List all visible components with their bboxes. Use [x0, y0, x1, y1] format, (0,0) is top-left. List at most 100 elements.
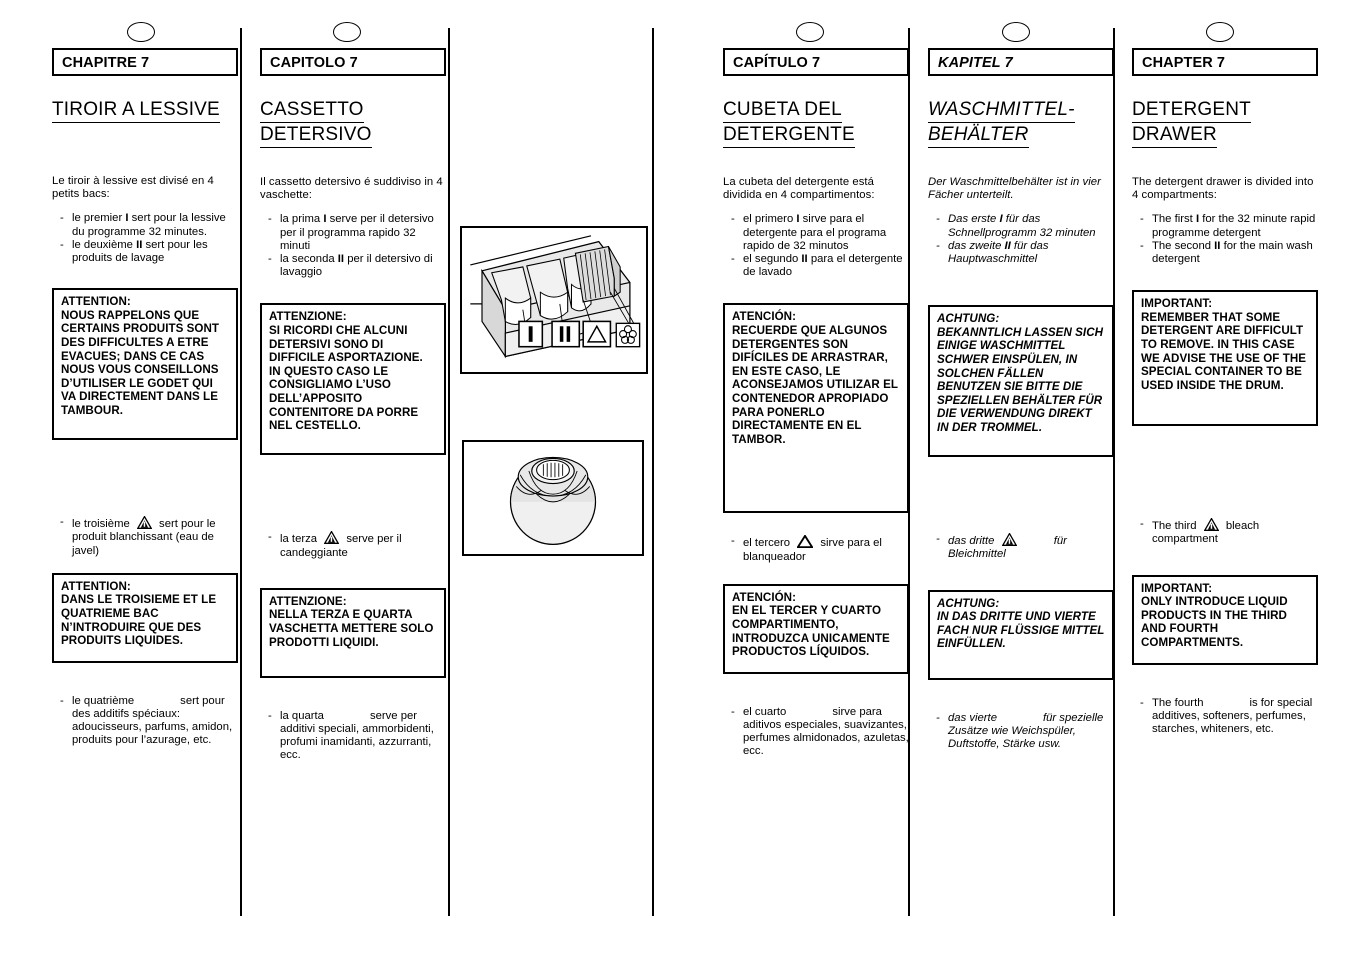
list-dash: - [1140, 518, 1144, 531]
section-title-line: CUBETA DEL [723, 98, 842, 123]
language-column-french: CHAPITRE 7 TIROIR A LESSIVE Le tiroir à … [52, 48, 238, 748]
list-dash: - [731, 253, 735, 266]
warning-body: REMEMBER THAT SOME DETERGENT ARE DIFFICU… [1141, 310, 1307, 392]
warning-box-primary: ATTENZIONE: SI RICORDI CHE ALCUNI DETERS… [260, 303, 446, 456]
list-dash: - [268, 531, 272, 544]
list-text-pre: The first [1152, 213, 1196, 226]
section-title: CUBETA DEL DETERGENTE [723, 98, 909, 148]
page-circle-1 [127, 22, 155, 42]
list-dash: - [731, 705, 735, 718]
list-item: - le deuxième II sert pour les produits d… [52, 239, 238, 265]
note-text-pre: la terza [280, 533, 321, 546]
warning-body: EN EL TERCER Y CUARTO COMPARTIMENTO, INT… [732, 604, 890, 659]
intro-text: Le tiroir à lessive est divisé en 4 peti… [52, 175, 214, 201]
list-text-pre: le premier [72, 212, 126, 225]
list-item: - la seconda II per il detersivo di lavag… [260, 253, 446, 279]
section-title: WASCHMITTEL- BEHÄLTER [928, 98, 1114, 148]
warning-heading: IMPORTANT: [1141, 581, 1213, 595]
section-title-line: TIROIR A LESSIVE [52, 98, 220, 123]
section-title-line: DETERSIVO [260, 123, 372, 148]
section-title-line: BEHÄLTER [928, 123, 1029, 148]
language-column-spanish: CAPÍTULO 7 CUBETA DEL DETERGENTE La cube… [723, 48, 909, 759]
warning-heading: ATTENTION: [61, 295, 131, 309]
note-text-pre: la quarta [280, 709, 324, 722]
section-title: CASSETTO DETERSIVO [260, 98, 446, 148]
list-dash: - [936, 533, 940, 546]
chapter-heading: CAPITOLO 7 [260, 48, 446, 76]
list-dash: - [731, 213, 735, 226]
section-title: DETERGENT DRAWER [1132, 98, 1318, 148]
warning-box-primary: ATTENTION: NOUS RAPPELONS QUE CERTAINS P… [52, 288, 238, 441]
warning-body: IN DAS DRITTE UND VIERTE FACH NUR FLÜSSI… [937, 610, 1105, 651]
compartment-list: - la prima I serve per il detersivo per i… [260, 213, 446, 279]
note-text-pre: das vierte [948, 711, 997, 724]
bleach-symbol-icon [324, 531, 340, 545]
list-item: - The first I for the 32 minute rapid pro… [1132, 213, 1318, 239]
bleach-symbol-icon [136, 516, 152, 530]
list-item: - Das erste I für das Schnellprogramm 32 … [928, 213, 1114, 239]
list-dash: - [60, 516, 64, 529]
warning-box-secondary: IMPORTANT: ONLY INTRODUCE LIQUID PRODUCT… [1132, 574, 1318, 665]
warning-heading: ATTENZIONE: [269, 310, 347, 324]
warning-box-secondary: ATTENTION: DANS LE TROISIEME ET LE QUATR… [52, 572, 238, 663]
language-column-german: KAPITEL 7 WASCHMITTEL- BEHÄLTER Der Wasc… [928, 48, 1114, 751]
list-text-pre: el primero [743, 213, 797, 226]
manual-page: CHAPITRE 7 TIROIR A LESSIVE Le tiroir à … [0, 0, 1351, 954]
warning-box-secondary: ATENCIÓN: EN EL TERCER Y CUARTO COMPARTI… [723, 583, 909, 674]
language-column-italian: CAPITOLO 7 CASSETTO DETERSIVO Il cassett… [260, 48, 446, 763]
warning-heading: ACHTUNG: [937, 596, 1000, 610]
list-dash: - [60, 694, 64, 707]
warning-box-primary: IMPORTANT: REMEMBER THAT SOME DETERGENT … [1132, 290, 1318, 427]
list-dash: - [268, 213, 272, 226]
warning-body: DANS LE TROISIEME ET LE QUATRIEME BAC N’… [61, 593, 217, 648]
list-dash: - [60, 212, 64, 225]
bleach-note: - le troisième sert pour le produit blanc… [52, 516, 238, 558]
warning-heading: ATTENZIONE: [269, 594, 347, 608]
list-text-pre: el segundo [743, 253, 802, 266]
bleach-note: - das dritte für Bleichmittel [928, 533, 1114, 561]
triangle-symbol-icon [797, 535, 814, 549]
section-title-line: DRAWER [1132, 123, 1217, 148]
note-text-pre: le troisième [72, 518, 133, 531]
intro-text: Der Waschmittelbehälter ist in vier Fäch… [928, 176, 1101, 202]
warning-box-secondary: ACHTUNG: IN DAS DRITTE UND VIERTE FACH N… [928, 589, 1114, 680]
list-item: - el segundo II para el detergente de lav… [723, 253, 909, 279]
list-dash: - [268, 709, 272, 722]
list-item: - la prima I serve per il detersivo per i… [260, 213, 446, 253]
warning-box-secondary: ATTENZIONE: NELLA TERZA E QUARTA VASCHET… [260, 587, 446, 678]
list-dash: - [1140, 213, 1144, 226]
list-dash: - [268, 253, 272, 266]
warning-heading: IMPORTANT: [1141, 297, 1213, 311]
warning-body: NOUS RAPPELONS QUE CERTAINS PRODUITS SON… [61, 308, 220, 417]
list-dash: - [936, 213, 940, 226]
list-item: - el primero I sirve para el detergente p… [723, 213, 909, 253]
additives-note: - el cuarto sirve para aditivos especiales… [723, 706, 909, 759]
chapter-heading: CAPÍTULO 7 [723, 48, 909, 76]
list-dash: - [731, 535, 735, 548]
page-circle-5 [1206, 22, 1234, 42]
note-text-pre: le quatrième [72, 694, 135, 707]
section-title: TIROIR A LESSIVE [52, 98, 238, 123]
list-dash: - [1140, 696, 1144, 709]
list-text-pre: la prima [280, 213, 324, 226]
list-text-pre: The second [1152, 239, 1215, 252]
warning-heading: ATENCIÓN: [732, 590, 796, 604]
compartment-list: - le premier I sert pour la lessive du pr… [52, 212, 238, 265]
list-text-pre: le deuxième [72, 238, 137, 251]
chapter-heading: CHAPITRE 7 [52, 48, 238, 76]
detergent-ball-illustration [462, 440, 644, 556]
intro-text: La cubeta del detergente está dividida e… [723, 176, 875, 202]
additives-note: - das vierte für spezielle Zusätze wie Wei… [928, 712, 1114, 752]
warning-box-primary: ATENCIÓN: RECUERDE QUE ALGUNOS DETERGENT… [723, 303, 909, 514]
list-text-pre: das zweite [948, 239, 1005, 252]
bleach-symbol-icon [1001, 533, 1017, 547]
section-title-line: WASCHMITTEL- [928, 98, 1075, 123]
warning-box-primary: ACHTUNG: BEKANNTLICH LASSEN SICH EINIGE … [928, 305, 1114, 458]
detergent-drawer-illustration [460, 226, 648, 374]
page-circle-3 [796, 22, 824, 42]
bleach-symbol-icon [1203, 518, 1219, 532]
page-circle-2 [333, 22, 361, 42]
bleach-note: - The third bleach compartment [1132, 518, 1318, 546]
chapter-heading: CHAPTER 7 [1132, 48, 1318, 76]
warning-body: SI RICORDI CHE ALCUNI DETERSIVI SONO DI … [269, 324, 423, 433]
